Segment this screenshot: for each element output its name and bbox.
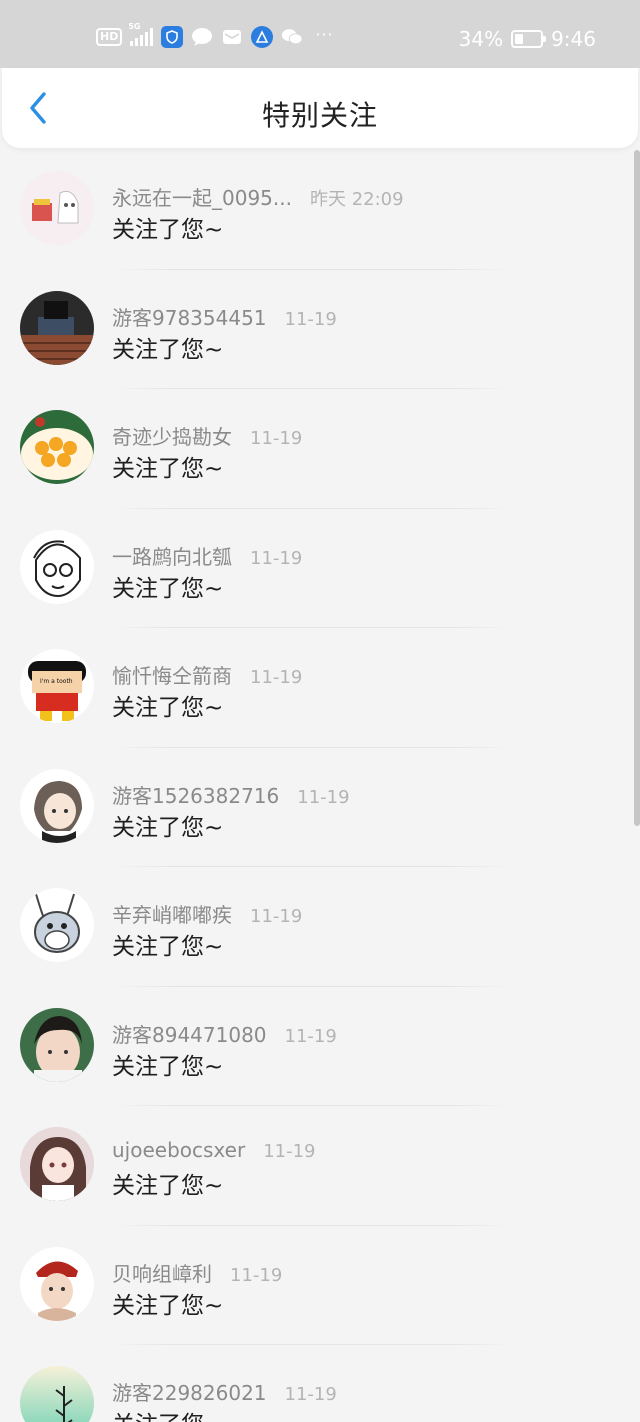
list-item[interactable]: 永远在一起_0095... 昨天 22:09 关注了您~	[0, 150, 632, 270]
name-row: 奇迹少捣勘女 11-19	[112, 421, 302, 450]
clock: 9:46	[551, 27, 596, 51]
follow-action-text: 关注了您~	[112, 1292, 224, 1319]
avatar[interactable]	[20, 171, 94, 245]
follow-time: 11-19	[230, 1264, 283, 1286]
user-name[interactable]: 一路鹧向北瓠	[112, 541, 232, 570]
follow-action-text: 关注了您~	[112, 456, 224, 482]
signal-icon: 5G	[128, 22, 154, 46]
follow-time: 昨天 22:09	[309, 189, 404, 210]
avatar[interactable]	[20, 290, 94, 365]
avatar[interactable]	[20, 768, 94, 843]
user-name[interactable]: 愉忏悔仝箭商	[112, 660, 232, 689]
name-row: 游客894471080 11-19	[112, 1019, 337, 1048]
name-row: ujoeebocsxer 11-19	[112, 1138, 316, 1162]
user-name[interactable]: 游客978354451	[112, 302, 267, 331]
follow-time: 11-19	[250, 428, 303, 449]
scrollbar-thumb[interactable]	[634, 150, 640, 826]
status-icons-right: 34% 9:46	[459, 27, 596, 51]
follow-time: 11-19	[250, 667, 303, 688]
follow-action-text: 关注了您~	[112, 336, 224, 363]
follow-time: 11-19	[250, 906, 303, 927]
special-follow-list[interactable]: 永远在一起_0095... 昨天 22:09 关注了您~ 游客978354451 11-…	[0, 150, 640, 1422]
more-notifications-icon: ···	[315, 24, 334, 44]
follow-time: 11-19	[250, 547, 303, 569]
battery-percent: 34%	[458, 27, 504, 51]
name-row: 贝响组嶂利 11-19	[112, 1258, 282, 1287]
list-item[interactable]: 奇迹少捣勘女 11-19 关注了您~	[0, 389, 632, 509]
user-name[interactable]: 永远在一起_0095...	[112, 182, 292, 211]
follow-time: 11-19	[284, 1384, 337, 1405]
message-bubble-icon	[191, 26, 213, 48]
avatar[interactable]	[20, 529, 94, 604]
name-row: 游客1526382716 11-19	[112, 780, 350, 809]
follow-time: 11-19	[297, 786, 350, 808]
name-row: 愉忏悔仝箭商 11-19	[112, 660, 302, 689]
name-row: 永远在一起_0095... 昨天 22:09	[112, 182, 404, 211]
follow-action-text: 关注了您~	[112, 1053, 224, 1080]
name-row: 一路鹧向北瓠 11-19	[112, 541, 302, 570]
shield-app-icon	[161, 26, 184, 48]
name-row: 游客229826021 11-19	[112, 1377, 337, 1406]
mail-icon	[221, 26, 243, 48]
status-bar: HD 5G ··· 34% 9:46	[0, 0, 640, 68]
user-name[interactable]: 游客229826021	[112, 1377, 267, 1406]
list-item[interactable]: I'm a tooth 愉忏悔仝箭商 11-19 关注了您~	[0, 628, 632, 748]
avatar[interactable]	[20, 410, 94, 484]
network-type-label: 5G	[128, 22, 141, 31]
list-item[interactable]: 辛弃峭嘟嘟疾 11-19 关注了您~	[0, 867, 632, 987]
avatar[interactable]	[20, 1007, 94, 1082]
list-item[interactable]: 游客1526382716 11-19 关注了您~	[0, 748, 632, 867]
browser-icon	[251, 26, 274, 48]
page-title: 特别关注	[261, 99, 378, 132]
follow-action-text: 关注了您~	[112, 814, 224, 841]
follow-time: 11-19	[284, 1025, 337, 1047]
user-name[interactable]: 奇迹少捣勘女	[112, 421, 232, 450]
follow-action-text: 关注了您~	[112, 1173, 224, 1199]
follow-time: 11-19	[284, 308, 337, 330]
follow-action-text: 关注了您~	[112, 1405, 223, 1422]
status-icons-left: HD 5G ···	[96, 22, 334, 48]
navigation-header: 特别关注	[2, 68, 638, 148]
follow-time: 11-19	[263, 1141, 316, 1162]
user-name[interactable]: 贝响组嶂利	[112, 1258, 212, 1287]
user-name[interactable]: 辛弃峭嘟嘟疾	[112, 899, 232, 928]
list-item[interactable]: 游客894471080 11-19 关注了您~	[0, 987, 632, 1106]
list-item[interactable]: 游客229826021 11-19 关注了您~	[0, 1345, 632, 1422]
user-name[interactable]: 游客1526382716	[112, 780, 279, 809]
list-item[interactable]: 游客978354451 11-19 关注了您~	[0, 270, 632, 389]
avatar[interactable]	[20, 1246, 94, 1321]
follow-action-text: 关注了您~	[112, 575, 224, 602]
follow-action-text: 关注了您~	[112, 695, 224, 721]
list-item[interactable]: ujoeebocsxer 11-19 关注了您~	[0, 1106, 632, 1226]
avatar[interactable]: I'm a tooth	[20, 649, 94, 723]
avatar[interactable]	[20, 888, 94, 962]
svg-text:I'm a tooth: I'm a tooth	[40, 678, 73, 685]
follow-action-text: 关注了您~	[112, 217, 224, 243]
list-item[interactable]: 一路鹧向北瓠 11-19 关注了您~	[0, 509, 632, 628]
list-item[interactable]: 贝响组嶂利 11-19 关注了您~	[0, 1226, 632, 1345]
name-row: 游客978354451 11-19	[112, 302, 337, 331]
hd-indicator: HD	[96, 28, 123, 46]
name-row: 辛弃峭嘟嘟疾 11-19	[112, 899, 302, 928]
user-name[interactable]: ujoeebocsxer	[112, 1138, 245, 1162]
user-name[interactable]: 游客894471080	[112, 1019, 267, 1048]
follow-action-text: 关注了您~	[112, 934, 224, 960]
battery-icon	[511, 30, 547, 48]
wechat-icon	[281, 26, 303, 48]
avatar[interactable]	[20, 1127, 94, 1201]
avatar[interactable]	[20, 1366, 94, 1422]
